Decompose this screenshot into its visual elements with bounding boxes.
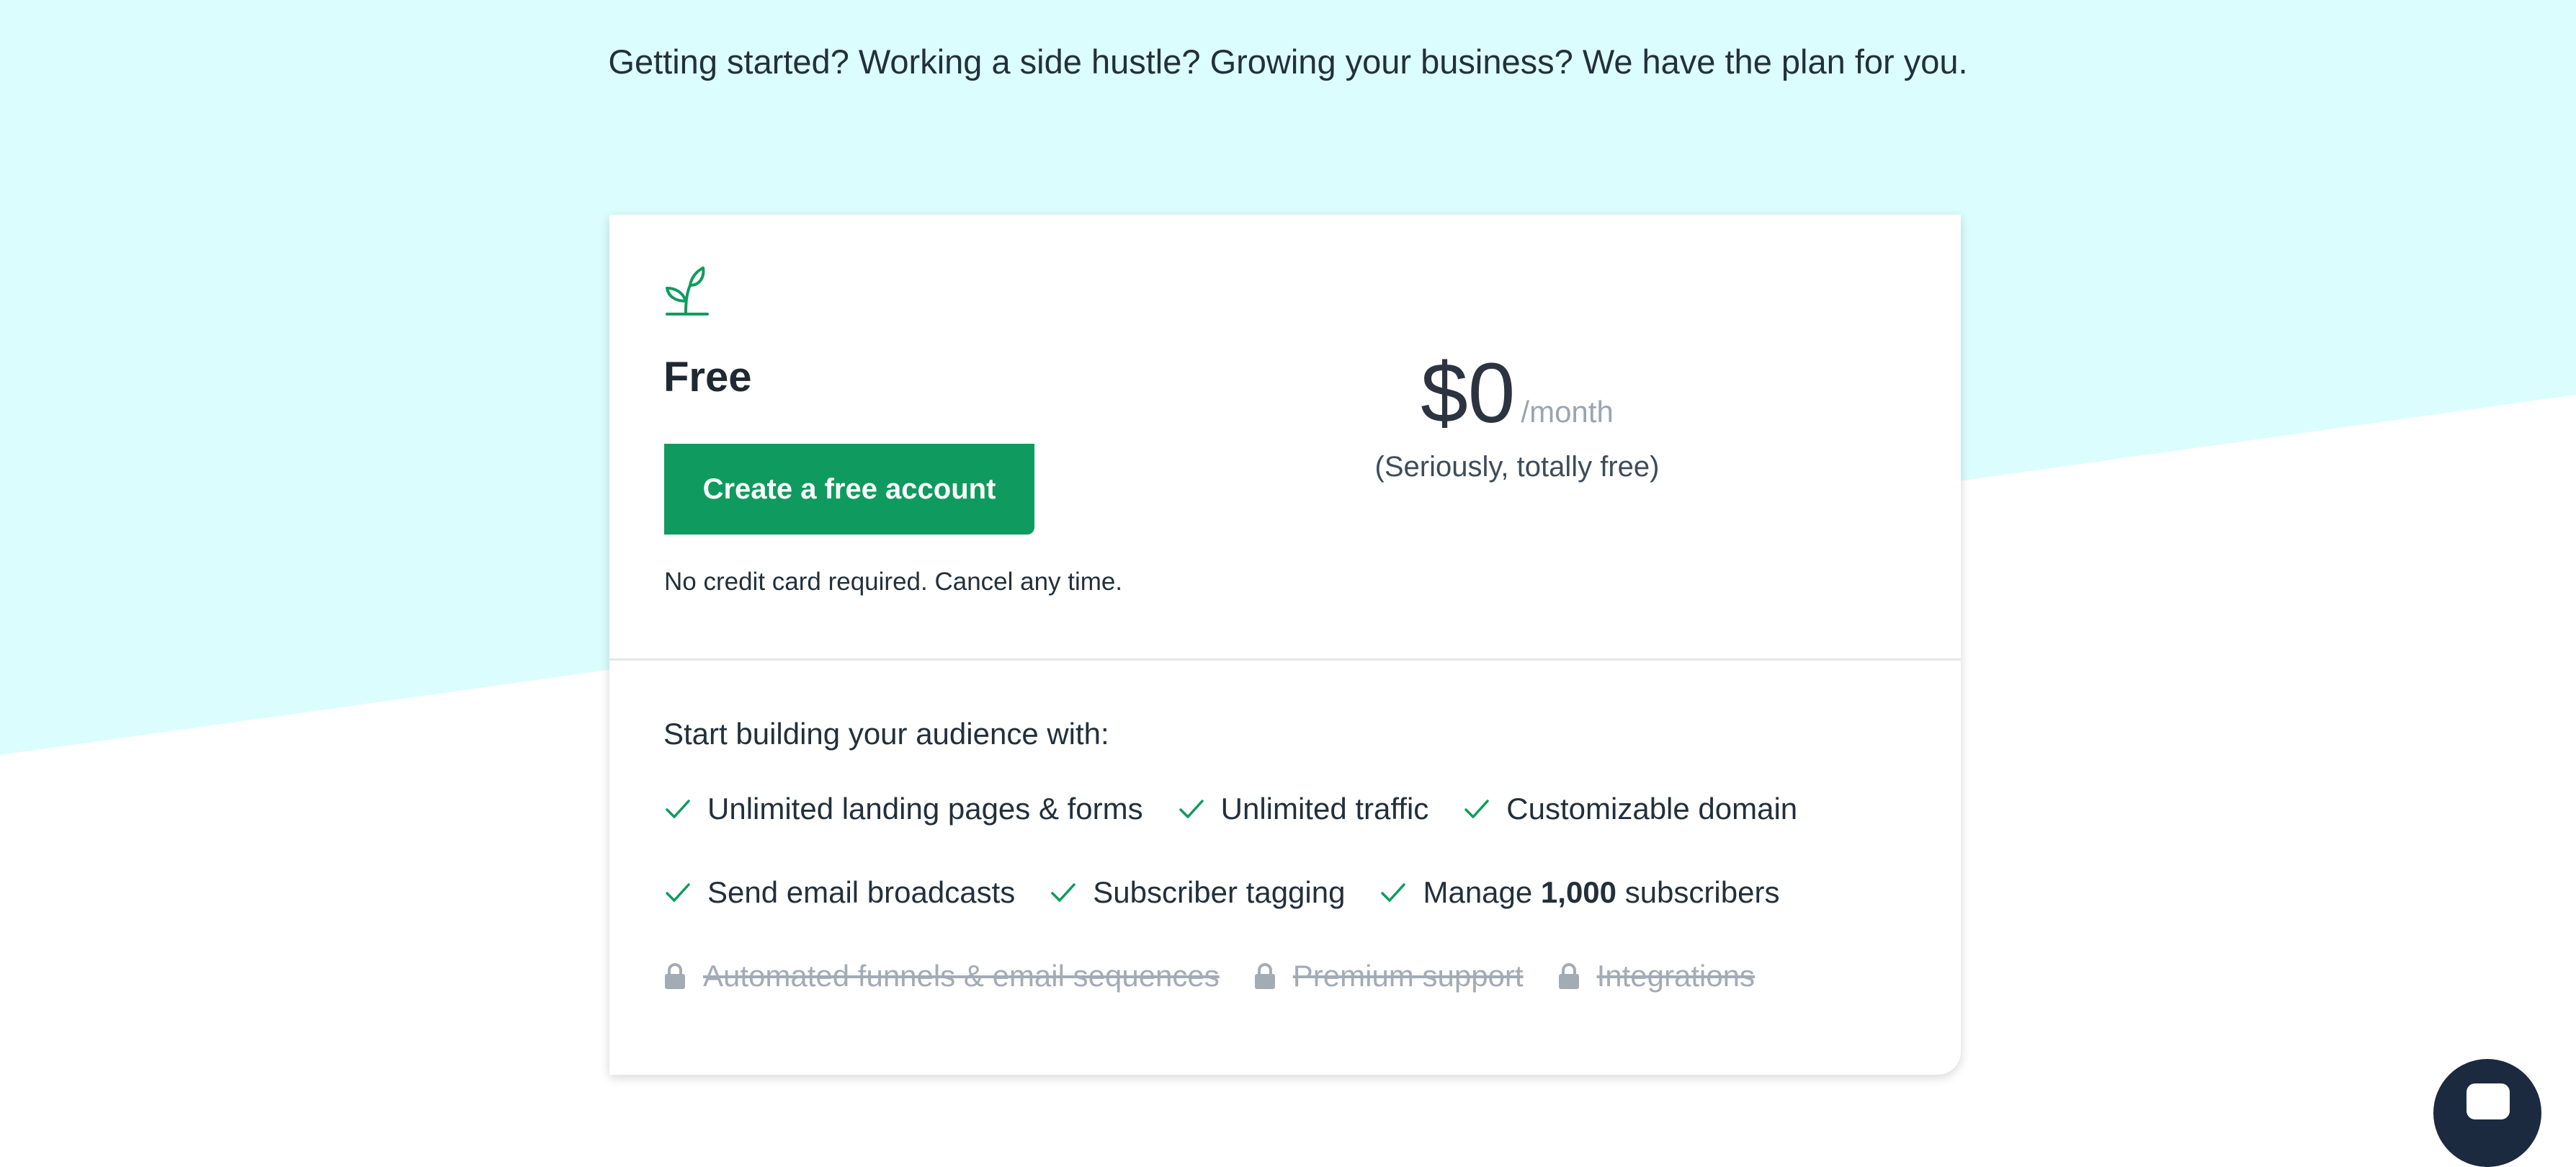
feature-item: Unlimited traffic	[1178, 787, 1429, 831]
locked-feature-label: Integrations	[1596, 959, 1756, 993]
create-free-account-button[interactable]: Create a free account	[664, 444, 1034, 535]
price-note: (Seriously, totally free)	[1374, 451, 1660, 483]
feature-label: Subscriber tagging	[1093, 875, 1346, 909]
check-icon	[666, 800, 690, 818]
locked-feature-item: Premium support	[1254, 954, 1524, 998]
feature-label: Send email broadcasts	[707, 875, 1016, 909]
lock-icon	[1558, 963, 1579, 989]
feature-item: Manage 1,000 subscribers	[1379, 871, 1779, 914]
feature-item: Subscriber tagging	[1050, 871, 1345, 914]
price-block: $0/month (Seriously, totally free)	[1337, 343, 1697, 488]
feature-label-prefix: Manage	[1423, 875, 1541, 909]
feature-item: Customizable domain	[1463, 787, 1797, 831]
lock-icon	[1254, 963, 1275, 989]
locked-feature-item: Integrations	[1558, 954, 1755, 998]
check-icon	[1051, 883, 1075, 902]
feature-item: Unlimited landing pages & forms	[664, 787, 1143, 831]
feature-label: Unlimited landing pages & forms	[707, 792, 1143, 826]
feature-row: Send email broadcasts Subscriber tagging…	[664, 871, 1814, 914]
plan-name: Free	[663, 354, 752, 401]
price-amount: $0	[1421, 346, 1516, 441]
cta-note: No credit card required. Cancel any time…	[664, 568, 1123, 596]
free-plan-card: Free Create a free account No credit car…	[609, 215, 1961, 1075]
chat-launcher-button[interactable]	[2433, 1059, 2541, 1167]
feature-item: Send email broadcasts	[664, 871, 1015, 914]
check-icon	[1179, 800, 1204, 818]
chat-bubble-icon	[2467, 1083, 2510, 1119]
price-period: /month	[1521, 395, 1614, 429]
feature-label-suffix: subscribers	[1616, 875, 1780, 909]
feature-label: Customizable domain	[1506, 792, 1798, 826]
locked-feature-label: Premium support	[1292, 959, 1524, 993]
seedling-icon	[663, 265, 709, 317]
features-heading: Start building your audience with:	[663, 717, 1109, 751]
locked-feature-label: Automated funnels & email sequences	[703, 959, 1220, 993]
plan-header: Free Create a free account No credit car…	[609, 215, 1961, 661]
locked-feature-row: Automated funnels & email sequences Prem…	[664, 954, 1789, 998]
locked-feature-item: Automated funnels & email sequences	[664, 954, 1220, 998]
subscriber-limit: 1,000	[1540, 875, 1617, 909]
pricing-subtitle: Getting started? Working a side hustle? …	[608, 43, 1968, 81]
feature-label: Unlimited traffic	[1220, 792, 1429, 826]
check-icon	[1381, 883, 1406, 902]
feature-label: Manage 1,000 subscribers	[1423, 871, 1779, 914]
lock-icon	[665, 963, 685, 989]
check-icon	[666, 883, 690, 902]
feature-row: Unlimited landing pages & forms Unlimite…	[664, 787, 1832, 831]
check-icon	[1464, 800, 1490, 818]
